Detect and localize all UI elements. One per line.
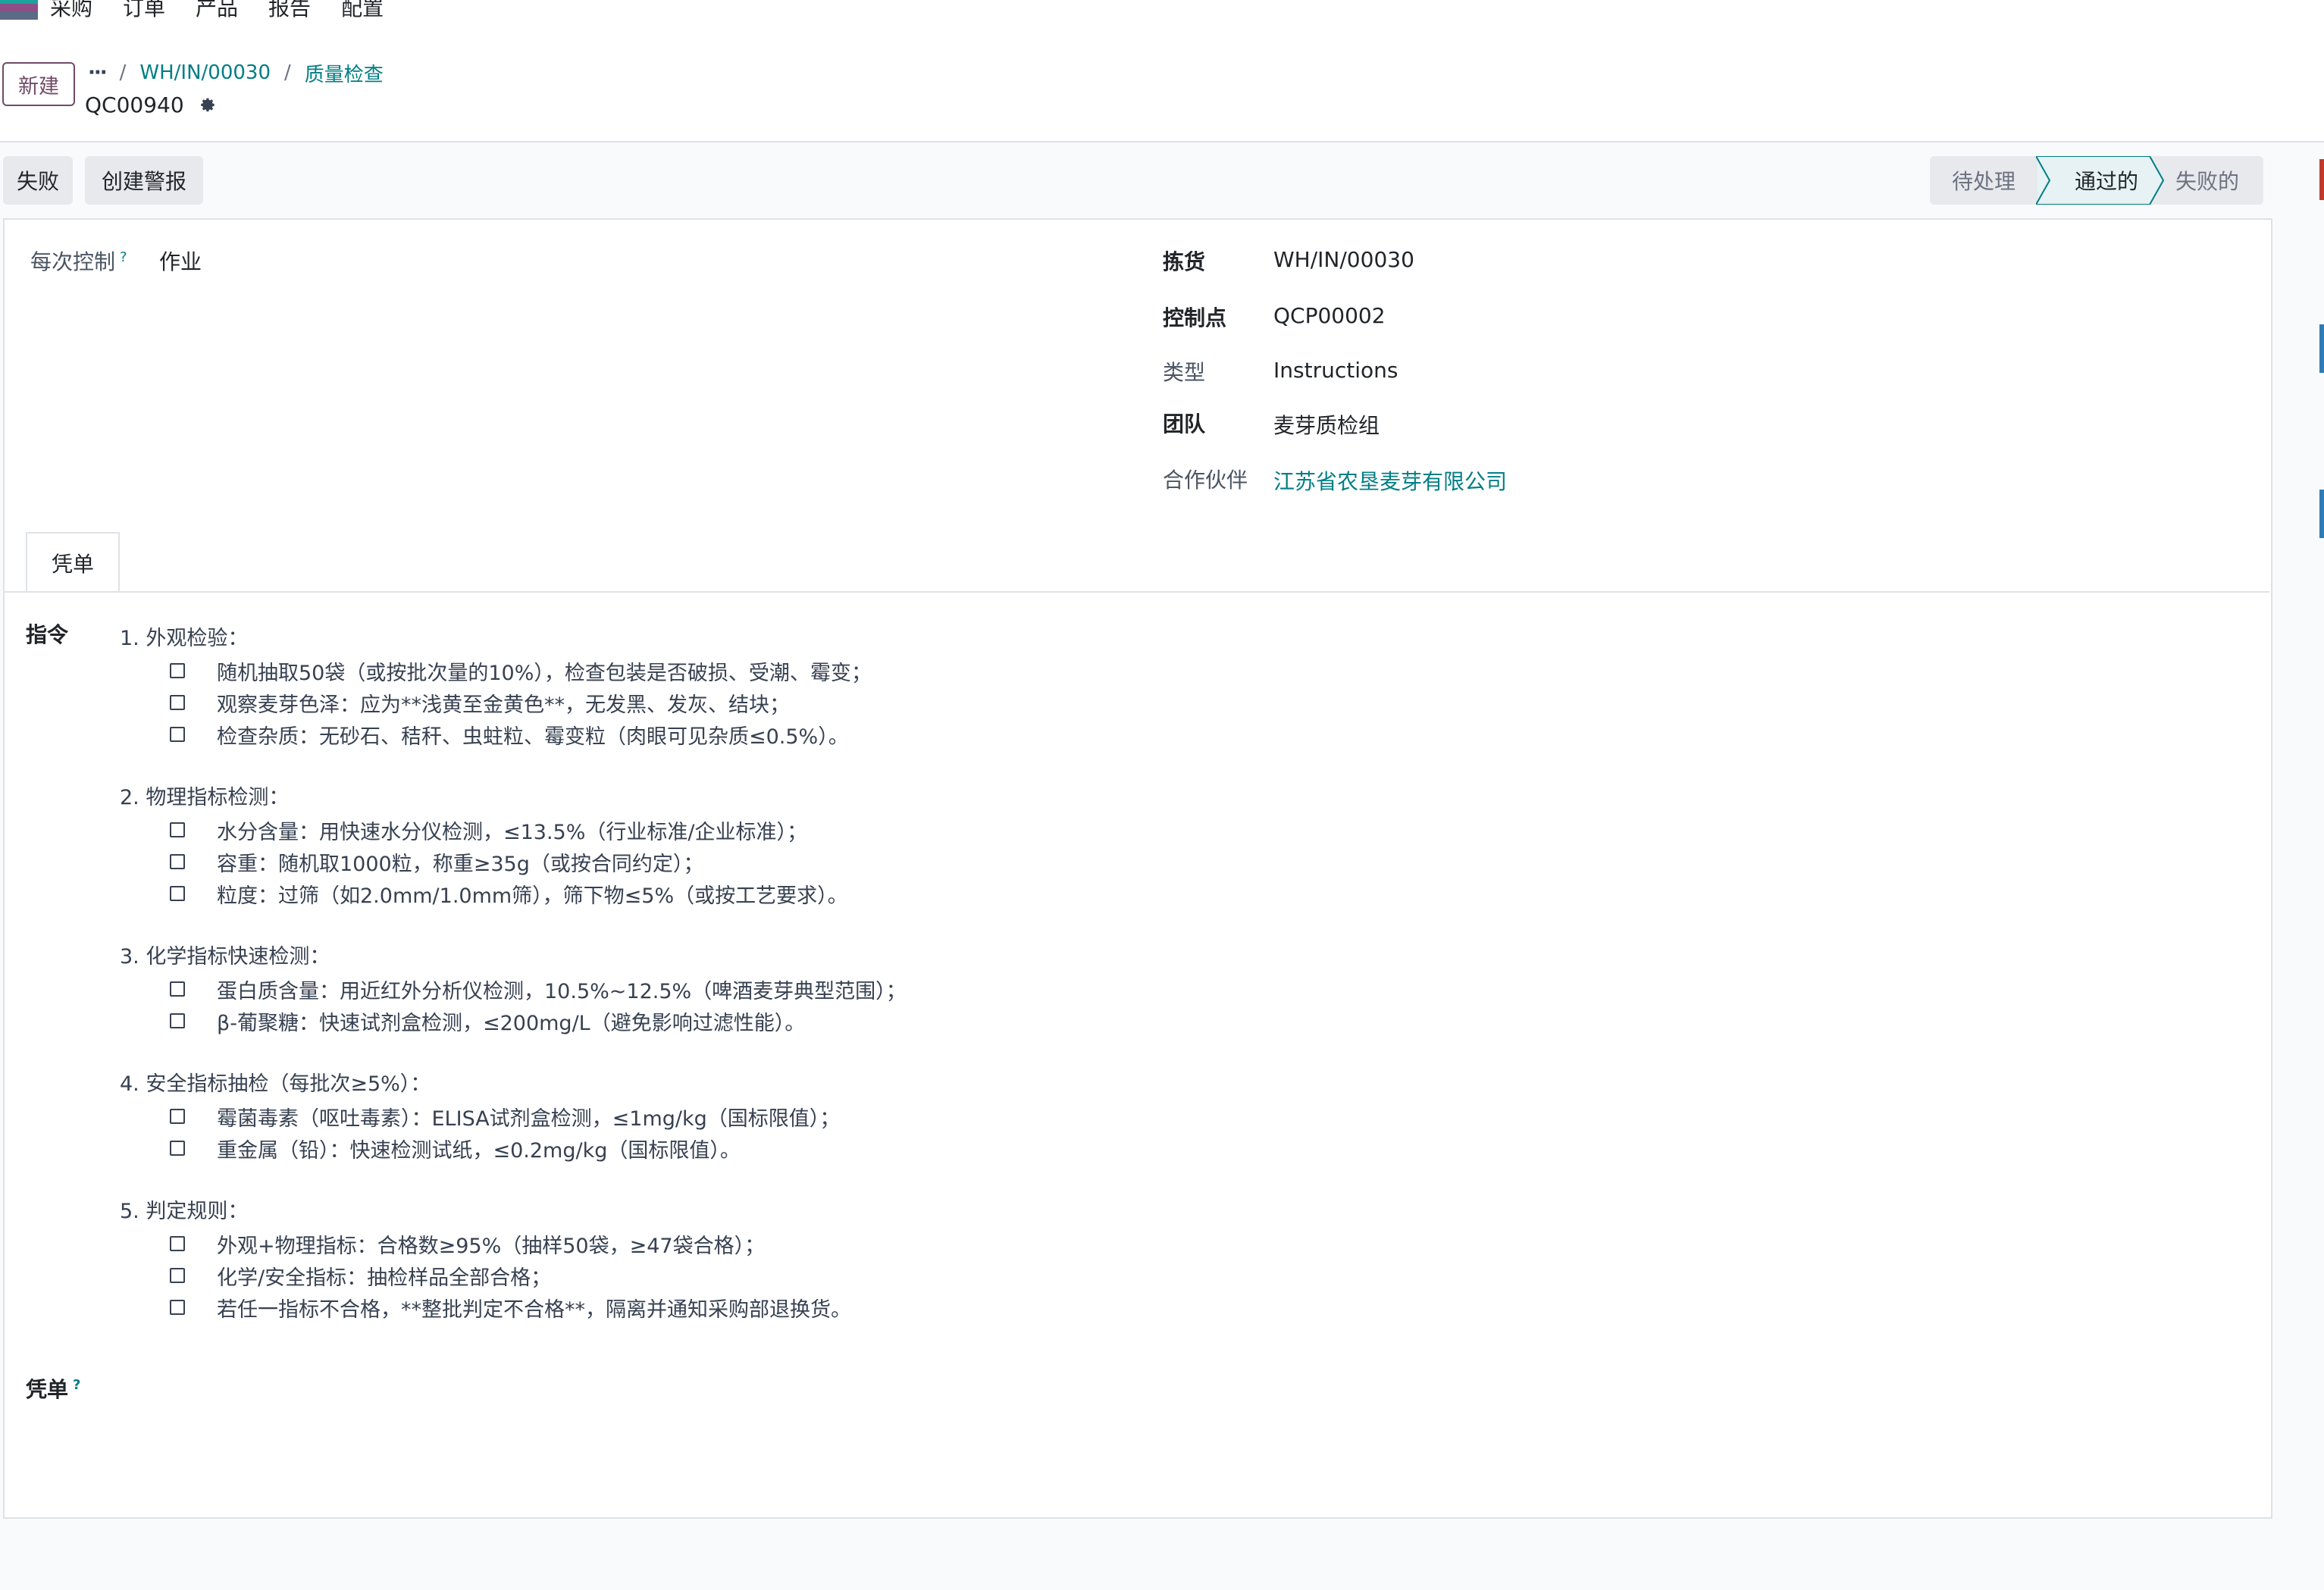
checkbox[interactable] [170, 663, 185, 678]
checkbox[interactable] [170, 1013, 185, 1028]
record-name: QC00940 [85, 92, 184, 117]
breadcrumb: ··· / WH/IN/00030 / 质量检查 [88, 58, 384, 88]
help-tooltip-icon[interactable]: ? [120, 249, 127, 265]
checklist-item[interactable]: β-葡聚糖：快速试剂盒检测，≤200mg/L（避免影响过滤性能）。 [120, 1005, 1181, 1037]
type-value[interactable]: Instructions [1273, 358, 1398, 383]
section-title: 5. 判定规则： [120, 1200, 249, 1223]
gear-icon[interactable] [198, 95, 218, 114]
checklist-item[interactable]: 容重：随机取1000粒，称重≥35g（或按合同约定）； [120, 846, 1181, 878]
breadcrumb-separator: / [284, 61, 291, 84]
menu-configuration[interactable]: 配置 [326, 0, 399, 22]
control-panel: 新建 ··· / WH/IN/00030 / 质量检查 QC00940 [0, 30, 2324, 142]
record-title: QC00940 [85, 89, 218, 120]
checklist-item[interactable]: 蛋白质含量：用近红外分析仪检测，10.5%~12.5%（啤酒麦芽典型范围）； [120, 973, 1181, 1005]
control-point-label: 控制点 [1163, 305, 1227, 330]
partner-value[interactable]: 江苏省农垦麦芽有限公司 [1273, 465, 1507, 496]
checklist-item[interactable]: 外观+物理指标：合格数≥95%（抽样50袋，≥47袋合格）； [120, 1228, 1181, 1260]
section-title: 2. 物理指标检测： [120, 786, 290, 809]
checklist-item[interactable]: 检查杂质：无砂石、秸秆、虫蛀粒、霉变粒（肉眼可见杂质≤0.5%）。 [120, 718, 1181, 750]
checklist-item[interactable]: 随机抽取50袋（或按批次量的10%），检查包装是否破损、受潮、霉变； [120, 655, 1181, 687]
partner-label: 合作伙伴 [1163, 468, 1248, 493]
type-label: 类型 [1163, 360, 1206, 385]
control-point-value[interactable]: QCP00002 [1273, 303, 1386, 328]
checklist-item[interactable]: 若任一指标不合格，**整批判定不合格**，隔离并通知采购部退换货。 [120, 1291, 1181, 1323]
help-tooltip-icon[interactable]: ? [73, 1377, 80, 1393]
voucher-label: 凭单? [26, 1376, 81, 1402]
checkbox[interactable] [170, 1268, 185, 1283]
checkbox[interactable] [170, 981, 185, 997]
fail-button[interactable]: 失败 [3, 156, 73, 205]
picking-value[interactable]: WH/IN/00030 [1273, 247, 1414, 272]
menu-orders[interactable]: 订单 [108, 0, 180, 22]
edge-indicator [2319, 490, 2324, 538]
tab-divider [3, 591, 2269, 593]
breadcrumb-separator: / [119, 61, 127, 84]
checkbox[interactable] [170, 1300, 185, 1315]
control-per-value[interactable]: 作业 [159, 246, 202, 276]
checklist-item[interactable]: 重金属（铅）：快速检测试纸，≤0.2mg/kg（国标限值）。 [120, 1132, 1181, 1164]
checkbox[interactable] [170, 1236, 185, 1251]
checklist-item[interactable]: 粒度：过筛（如2.0mm/1.0mm筛），筛下物≤5%（或按工艺要求）。 [120, 878, 1181, 909]
edge-indicator [2319, 324, 2324, 373]
tab-voucher[interactable]: 凭单 [26, 532, 120, 593]
checkbox[interactable] [170, 1141, 185, 1156]
section-title: 1. 外观检验： [120, 627, 249, 650]
control-per-label: 每次控制? [30, 249, 127, 274]
create-alert-button[interactable]: 创建警报 [85, 156, 203, 205]
menu-products[interactable]: 产品 [180, 0, 253, 22]
checklist-item[interactable]: 霉菌毒素（呕吐毒素）：ELISA试剂盒检测，≤1mg/kg（国标限值）； [120, 1100, 1181, 1132]
checkbox[interactable] [170, 886, 185, 901]
team-label: 团队 [1163, 412, 1206, 437]
checklist-item[interactable]: 观察麦芽色泽：应为**浅黄至金黄色**，无发黑、发灰、结块； [120, 687, 1181, 718]
section-title: 3. 化学指标快速检测： [120, 945, 330, 969]
checkbox[interactable] [170, 822, 185, 837]
app-name[interactable]: 采购 [38, 0, 108, 22]
status-step-todo[interactable]: 待处理 [1930, 156, 2037, 205]
checkbox[interactable] [170, 695, 185, 710]
status-step-passed-label: 通过的 [2074, 169, 2138, 194]
new-button[interactable]: 新建 [2, 62, 75, 106]
team-value[interactable]: 麦芽质检组 [1273, 409, 1380, 440]
top-navbar: 采购 订单 产品 报告 配置 [0, 0, 2324, 30]
instructions-content: 1. 外观检验： 随机抽取50袋（或按批次量的10%），检查包装是否破损、受潮、… [120, 623, 1181, 1323]
breadcrumb-item-quality-checks[interactable]: 质量检查 [305, 59, 384, 87]
checkbox[interactable] [170, 727, 185, 742]
section-title: 4. 安全指标抽检（每批次≥5%）： [120, 1072, 431, 1096]
checklist-item[interactable]: 化学/安全指标：抽检样品全部合格； [120, 1260, 1181, 1291]
checkbox[interactable] [170, 854, 185, 869]
checklist-item[interactable]: 水分含量：用快速水分仪检测，≤13.5%（行业标准/企业标准）； [120, 814, 1181, 846]
apps-menu-icon[interactable] [0, 0, 38, 20]
edge-indicator [2319, 159, 2324, 200]
checkbox[interactable] [170, 1109, 185, 1124]
breadcrumb-item-receipt[interactable]: WH/IN/00030 [139, 61, 271, 84]
menu-reports[interactable]: 报告 [253, 0, 326, 22]
instructions-label: 指令 [26, 622, 69, 647]
picking-label: 拣货 [1163, 249, 1206, 274]
status-bar: 待处理 通过的 失败的 通过的 [1930, 156, 2263, 205]
breadcrumb-more-icon[interactable]: ··· [88, 61, 108, 84]
